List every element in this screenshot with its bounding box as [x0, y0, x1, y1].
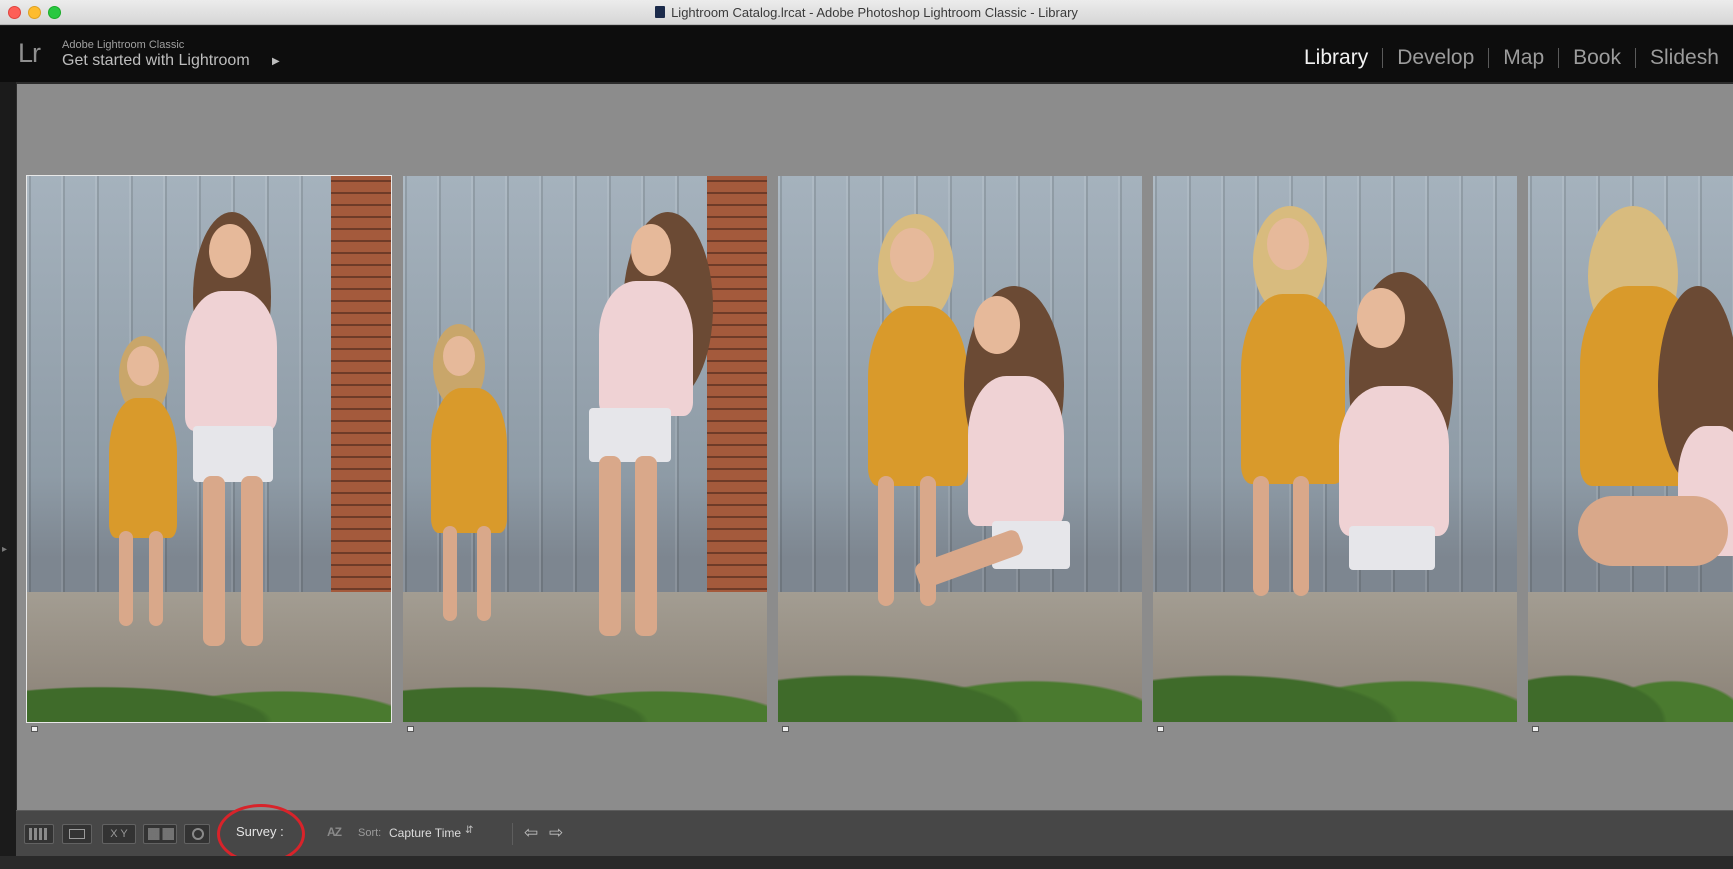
window-title-bar: Lightroom Catalog.lrcat - Adobe Photosho… — [0, 0, 1733, 25]
loupe-icon — [69, 829, 85, 839]
photo-image — [778, 176, 1142, 722]
lightroom-logo: Lr — [18, 38, 41, 68]
catalog-document-icon — [655, 6, 666, 18]
grid-view-button[interactable] — [24, 824, 54, 844]
module-picker: Library Develop Map Book Slidesh — [1304, 47, 1733, 69]
filmstrip-edge — [0, 856, 1733, 869]
pick-flag-icon[interactable] — [1532, 726, 1539, 732]
survey-icon — [148, 828, 174, 840]
photo-image — [403, 176, 767, 722]
survey-photo-2[interactable] — [403, 176, 767, 722]
photo-image — [1528, 176, 1733, 722]
people-face-icon — [192, 828, 204, 840]
annotation-highlight-circle — [217, 804, 305, 864]
photo-image — [27, 176, 391, 722]
module-slideshow[interactable]: Slidesh — [1635, 47, 1733, 68]
next-photo-arrow-icon[interactable]: ⇨ — [549, 823, 563, 843]
sort-direction-icon[interactable]: AZ — [327, 825, 342, 839]
module-develop[interactable]: Develop — [1382, 47, 1488, 68]
previous-photo-arrow-icon[interactable]: ⇦ — [524, 823, 538, 843]
sort-dropdown[interactable]: Capture Time — [389, 826, 461, 840]
pick-flag-icon[interactable] — [1157, 726, 1164, 732]
people-view-button[interactable] — [184, 824, 210, 844]
survey-photo-4[interactable] — [1153, 176, 1517, 722]
module-book[interactable]: Book — [1558, 47, 1635, 68]
grid-icon — [29, 828, 49, 840]
pick-flag-icon[interactable] — [31, 726, 38, 732]
window-title: Lightroom Catalog.lrcat - Adobe Photosho… — [0, 5, 1733, 20]
get-started-link[interactable]: Get started with Lightroom — [62, 52, 250, 70]
module-map[interactable]: Map — [1488, 47, 1558, 68]
compare-view-button[interactable]: X Y — [102, 824, 136, 844]
toolbar-divider — [512, 823, 513, 845]
survey-view — [16, 82, 1733, 810]
expand-left-panel-icon[interactable]: ▸ — [2, 544, 7, 555]
survey-photo-3[interactable] — [778, 176, 1142, 722]
survey-view-button[interactable] — [143, 824, 177, 844]
identity-subtitle: Adobe Lightroom Classic — [62, 39, 185, 51]
identity-plate-bar: Lr Adobe Lightroom Classic Get started w… — [0, 26, 1733, 82]
survey-photo-5[interactable] — [1528, 176, 1733, 722]
play-triangle-icon[interactable]: ▶ — [272, 56, 280, 67]
module-library[interactable]: Library — [1304, 47, 1382, 68]
sort-dropdown-caret-icon[interactable]: ⇵ — [465, 825, 473, 836]
pick-flag-icon[interactable] — [782, 726, 789, 732]
left-panel-collapsed: ▸ — [0, 82, 16, 869]
loupe-view-button[interactable] — [62, 824, 92, 844]
photo-image — [1153, 176, 1517, 722]
survey-photo-1[interactable] — [26, 175, 392, 723]
sort-label: Sort: — [358, 827, 382, 839]
pick-flag-icon[interactable] — [407, 726, 414, 732]
window-title-text: Lightroom Catalog.lrcat - Adobe Photosho… — [671, 5, 1078, 20]
